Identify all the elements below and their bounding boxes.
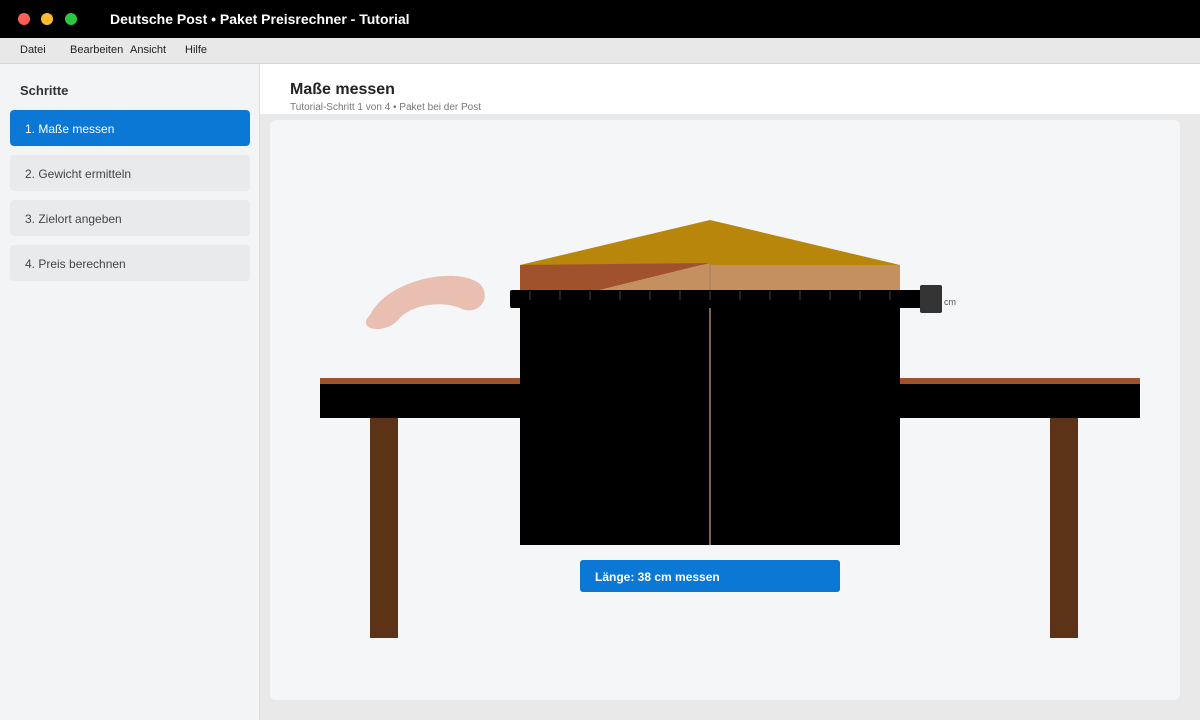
- illustration-canvas: cm Länge: 38 cm messen: [270, 120, 1180, 700]
- step-mass-messen[interactable]: 1. Maße messen: [10, 110, 250, 146]
- page-subtitle: Tutorial-Schritt 1 von 4 • Paket bei der…: [290, 102, 481, 113]
- menu-hilfe[interactable]: Hilfe: [185, 44, 207, 56]
- minimize-window-button[interactable]: [41, 13, 53, 25]
- menu-datei[interactable]: Datei: [20, 44, 46, 56]
- page-title: Maße messen: [290, 81, 395, 98]
- content-header: Maße messen Tutorial-Schritt 1 von 4 • P…: [260, 64, 1200, 114]
- measuring-scene: cm: [320, 220, 1140, 638]
- table-leg-right: [1050, 418, 1078, 638]
- table-leg-left: [370, 418, 398, 638]
- step-zielort-angeben[interactable]: 3. Zielort angeben: [10, 200, 250, 236]
- title-bar: Deutsche Post • Paket Preisrechner - Tut…: [0, 0, 1200, 38]
- close-window-button[interactable]: [18, 13, 30, 25]
- zoom-window-button[interactable]: [65, 13, 77, 25]
- tape-band: [510, 290, 925, 308]
- sidebar: Schritte 1. Maße messen 2. Gewicht ermit…: [0, 64, 260, 720]
- package-box: [520, 220, 900, 545]
- box-lid: [520, 220, 900, 265]
- box-flap-right: [710, 265, 900, 290]
- menu-bar: Datei Bearbeiten Ansicht Hilfe: [0, 38, 1200, 64]
- step-gewicht-ermitteln[interactable]: 2. Gewicht ermitteln: [10, 155, 250, 191]
- sidebar-heading: Schritte: [20, 83, 69, 98]
- hand: [365, 275, 485, 330]
- window-title: Deutsche Post • Paket Preisrechner - Tut…: [110, 11, 410, 27]
- menu-ansicht[interactable]: Ansicht: [130, 44, 166, 56]
- tape-unit-label: cm: [944, 297, 956, 307]
- menu-bearbeiten[interactable]: Bearbeiten: [70, 44, 123, 56]
- step-preis-berechnen[interactable]: 4. Preis berechnen: [10, 245, 250, 281]
- tape-housing: [920, 285, 942, 313]
- measurement-callout: Länge: 38 cm messen: [580, 560, 840, 592]
